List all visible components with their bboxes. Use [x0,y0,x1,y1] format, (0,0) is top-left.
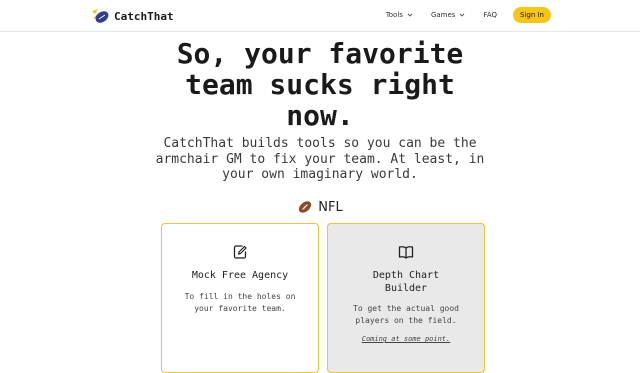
card-title-line: Depth Chart [372,270,440,281]
sign-in-button[interactable]: Sign In [513,7,551,23]
top-navbar: CatchThat Tools Games FAQ Sign In [0,0,640,32]
card-description: To fill in the holes on your favorite te… [162,291,318,315]
hero-subtitle: CatchThat builds tools so you can be the… [140,136,500,183]
hero-subtitle-line: your own imaginary world. [222,167,418,182]
nfl-label: NFL [318,199,343,215]
coming-soon-note: Coming at some point. [361,335,451,343]
chevron-down-icon [460,13,465,17]
card-title: Mock Free Agency [162,269,318,282]
book-icon [398,246,414,259]
card-title: Depth Chart Builder [328,269,484,295]
brand-name: CatchThat [114,9,174,23]
edit-icon [233,245,247,259]
card-description-line: players on the field. [355,316,457,325]
depth-chart-builder-card[interactable]: Depth Chart Builder To get the actual go… [327,223,485,373]
card-description: To get the actual good players on the fi… [328,303,484,327]
football-icon [299,201,312,213]
card-title-line: Builder [384,283,428,294]
nav-games-label: Games [430,11,456,19]
nav-tools-label: Tools [385,11,403,19]
nav-faq-label: FAQ [483,11,497,19]
main-nav: Tools Games FAQ Sign In [386,7,551,23]
nav-faq[interactable]: FAQ [483,11,497,19]
football-logo-icon [92,9,109,23]
mock-free-agency-card[interactable]: Mock Free Agency To fill in the holes on… [161,223,319,373]
chevron-down-icon [407,13,413,17]
card-description-line: To get the actual good [353,304,459,313]
hero-title-line: team sucks right [185,68,455,101]
hero-title-line: So, your favorite [176,37,464,70]
card-description-line: your favorite team. [194,304,286,313]
hero-subtitle-line: CatchThat builds tools so you can be the [163,136,477,151]
hero-subtitle-line: armchair GM to fix your team. At least, … [155,151,485,167]
nav-games[interactable]: Games [431,11,466,19]
hero-title-line: now. [286,99,354,132]
nfl-section-heading: NFL [0,199,640,215]
card-title-line: Mock Free Agency [191,270,289,281]
hero-title: So, your favorite team sucks right now. [120,38,520,131]
card-description-line: To fill in the holes on [184,292,296,301]
brand-link[interactable]: CatchThat [89,5,174,27]
nav-tools[interactable]: Tools [386,11,413,19]
